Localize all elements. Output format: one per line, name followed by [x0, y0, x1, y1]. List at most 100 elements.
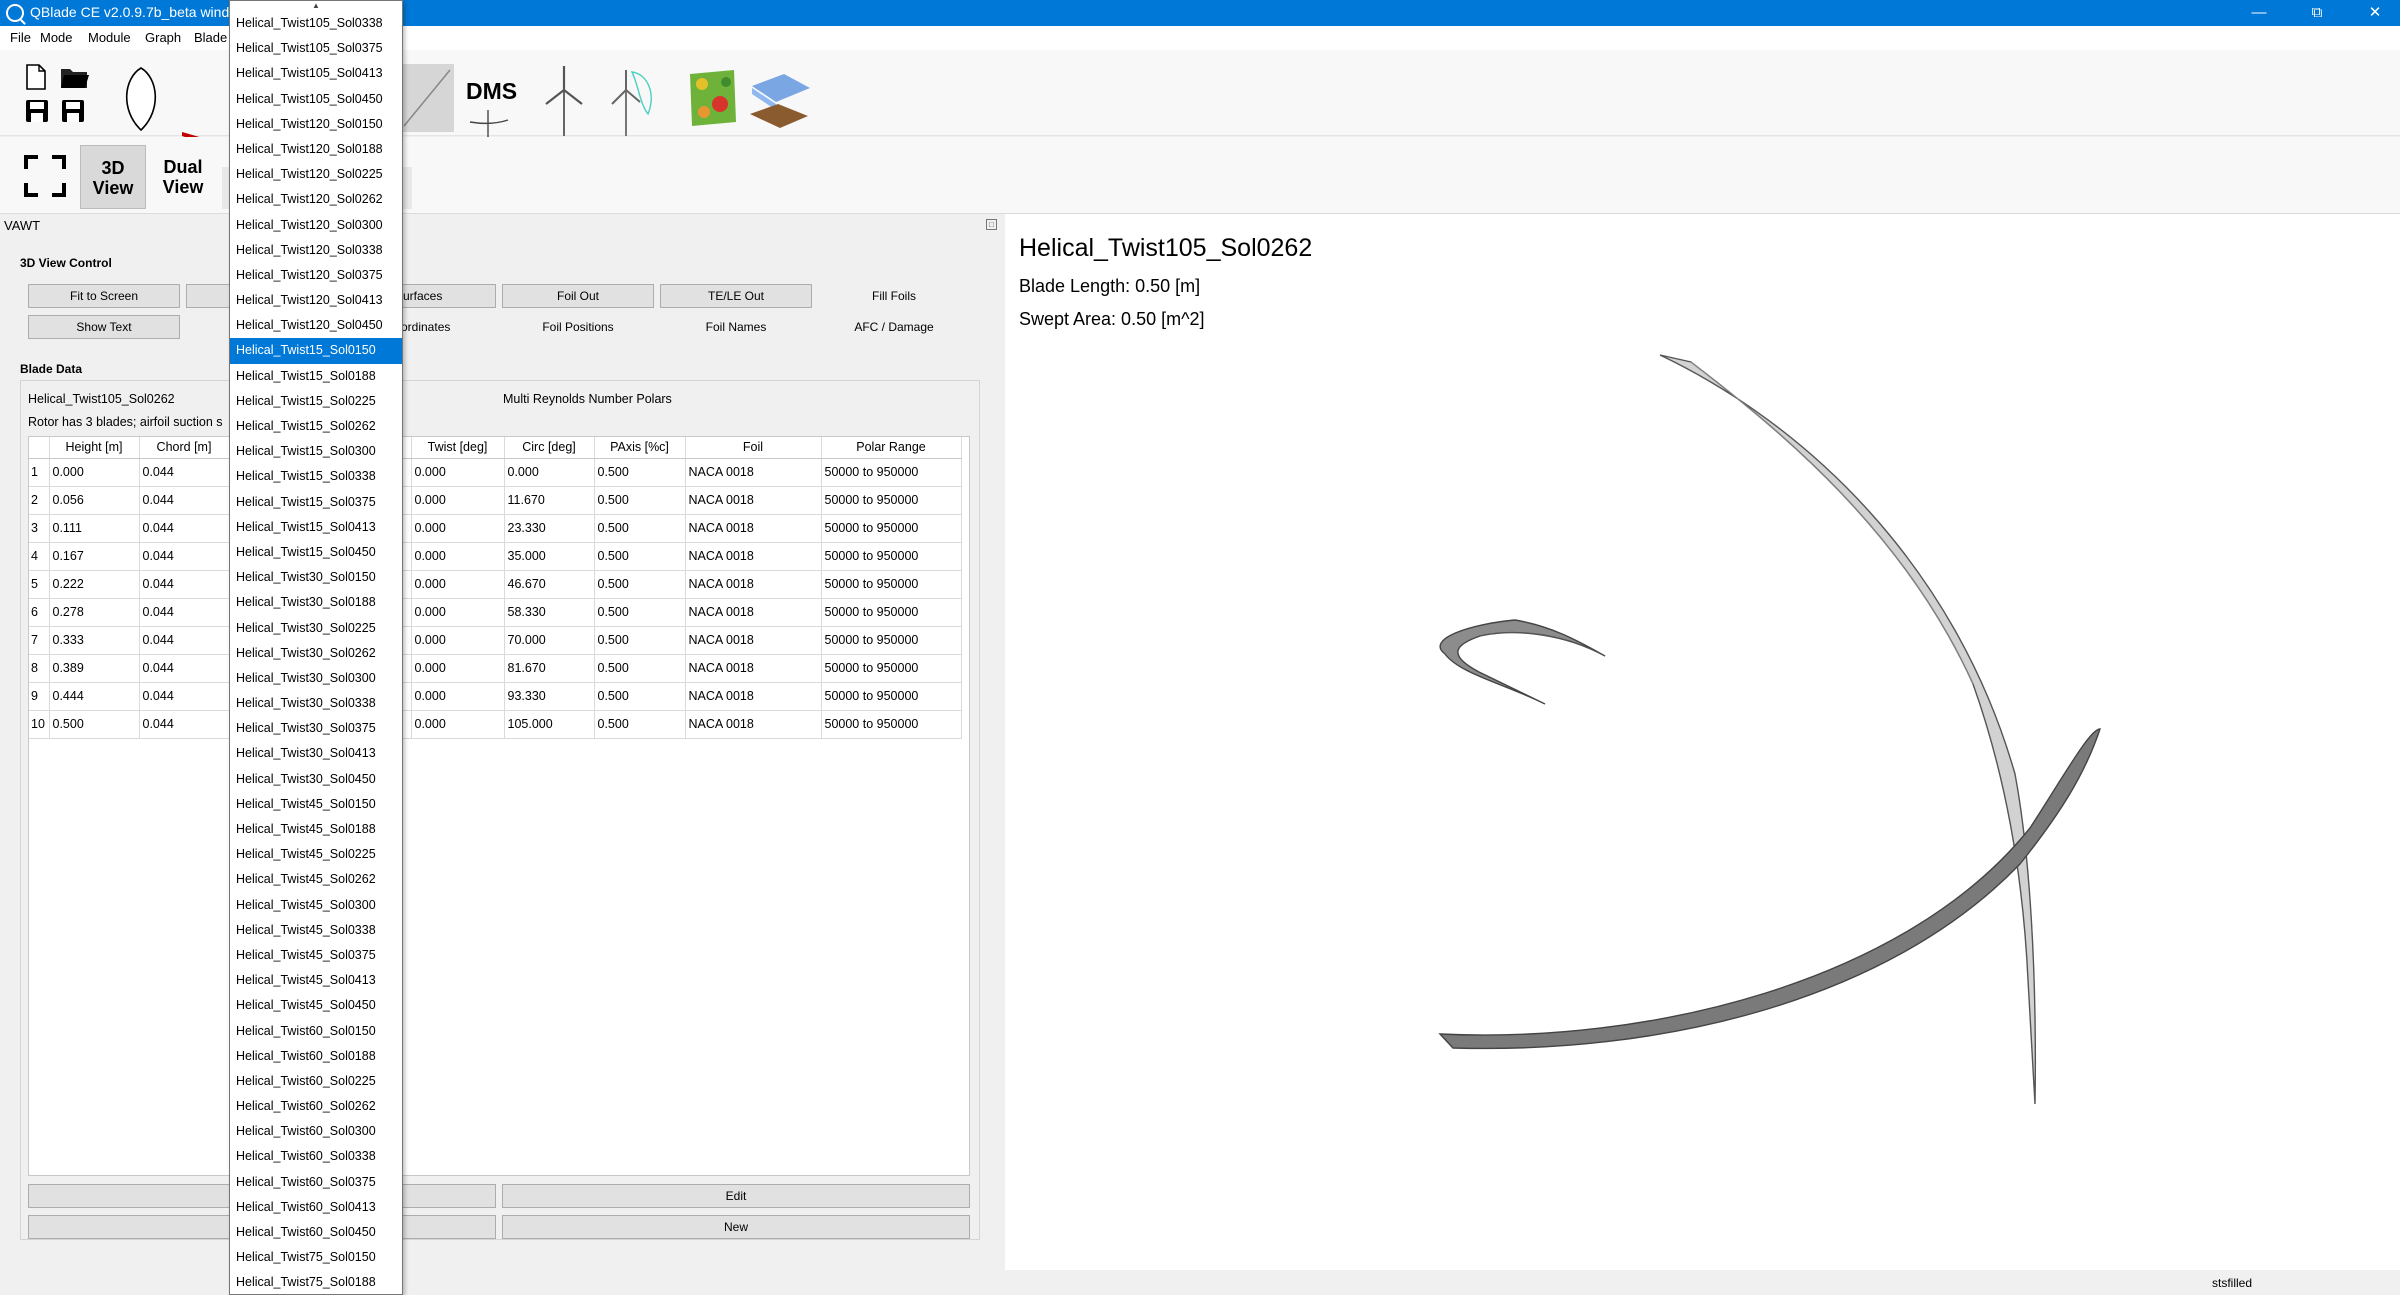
table-row[interactable]: 10 0.500 0.044 0.000 105.000 0.500 NACA 0018 50… [29, 710, 962, 739]
chord-cell[interactable]: 0.044 [139, 710, 230, 739]
dropdown-item[interactable]: Helical_Twist15_Sol0300 [230, 439, 402, 464]
foil-positions-button[interactable]: Foil Positions [502, 315, 654, 339]
dropdown-item[interactable]: Helical_Twist120_Sol0300 [230, 213, 402, 238]
height-cell[interactable]: 0.500 [49, 710, 140, 739]
dropdown-item[interactable]: Helical_Twist60_Sol0150 [230, 1019, 402, 1044]
circ-header[interactable]: Circ [deg] [504, 437, 595, 459]
dropdown-item[interactable]: Helical_Twist60_Sol0375 [230, 1170, 402, 1195]
restore-button[interactable]: ⧉ [2294, 0, 2340, 26]
twist-cell[interactable]: 0.000 [411, 598, 505, 627]
circ-cell[interactable]: 93.330 [504, 682, 595, 711]
surfaces-button[interactable]: urfaces [390, 284, 496, 308]
twist-cell[interactable]: 0.000 [411, 626, 505, 655]
dropdown-item[interactable]: Helical_Twist120_Sol0150 [230, 112, 402, 137]
dropdown-item[interactable]: Helical_Twist120_Sol0262 [230, 187, 402, 212]
view-3d-button[interactable]: 3D View [80, 145, 146, 209]
circ-cell[interactable]: 46.670 [504, 570, 595, 599]
foil-names-button[interactable]: Foil Names [660, 315, 812, 339]
dropdown-item[interactable]: Helical_Twist120_Sol0338 [230, 238, 402, 263]
polar-range-cell[interactable]: 50000 to 950000 [821, 486, 962, 515]
twist-cell[interactable]: 0.000 [411, 514, 505, 543]
table-row[interactable]: 2 0.056 0.044 0.000 11.670 0.500 NACA 0018 5000… [29, 486, 962, 515]
paxis-cell[interactable]: 0.500 [594, 682, 686, 711]
polar-range-cell[interactable]: 50000 to 950000 [821, 570, 962, 599]
open-folder-icon[interactable] [60, 64, 90, 90]
twist-cell[interactable]: 0.000 [411, 654, 505, 683]
height-cell[interactable]: 0.278 [49, 598, 140, 627]
dropdown-item[interactable]: Helical_Twist60_Sol0188 [230, 1044, 402, 1069]
paxis-cell[interactable]: 0.500 [594, 626, 686, 655]
close-button[interactable]: ✕ [2352, 0, 2398, 26]
table-row[interactable]: 8 0.389 0.044 0.000 81.670 0.500 NACA 0018 5000… [29, 654, 962, 683]
polar-range-cell[interactable]: 50000 to 950000 [821, 514, 962, 543]
dropdown-item[interactable]: Helical_Twist30_Sol0338 [230, 691, 402, 716]
fit-screen-icon[interactable] [24, 155, 66, 197]
chord-header[interactable]: Chord [m] [139, 437, 230, 459]
height-cell[interactable]: 0.000 [49, 458, 140, 487]
dropdown-item[interactable]: Helical_Twist120_Sol0450 [230, 313, 402, 338]
dropdown-item[interactable]: Helical_Twist30_Sol0413 [230, 741, 402, 766]
foil-cell[interactable]: NACA 0018 [685, 626, 822, 655]
dropdown-item[interactable]: Helical_Twist15_Sol0188 [230, 364, 402, 389]
foil-cell[interactable]: NACA 0018 [685, 570, 822, 599]
paxis-cell[interactable]: 0.500 [594, 598, 686, 627]
circ-cell[interactable]: 23.330 [504, 514, 595, 543]
dropdown-item[interactable]: Helical_Twist45_Sol0413 [230, 968, 402, 993]
dropdown-item[interactable]: Helical_Twist30_Sol0225 [230, 616, 402, 641]
menu-blade[interactable]: Blade [194, 30, 227, 45]
height-cell[interactable]: 0.111 [49, 514, 140, 543]
dropdown-item[interactable]: Helical_Twist30_Sol0375 [230, 716, 402, 741]
dropdown-item[interactable]: Helical_Twist45_Sol0150 [230, 792, 402, 817]
paxis-header[interactable]: PAxis [%c] [594, 437, 686, 459]
table-row[interactable]: 6 0.278 0.044 0.000 58.330 0.500 NACA 0018 5000… [29, 598, 962, 627]
twist-cell[interactable]: 0.000 [411, 542, 505, 571]
view-control-button-2[interactable] [186, 284, 232, 308]
twist-cell[interactable]: 0.000 [411, 486, 505, 515]
dropdown-item[interactable]: Helical_Twist75_Sol0150 [230, 1245, 402, 1270]
row-number[interactable]: 3 [29, 514, 50, 543]
turbine-wake-icon[interactable] [608, 64, 658, 136]
polar-range-cell[interactable]: 50000 to 950000 [821, 682, 962, 711]
dropdown-item[interactable]: Helical_Twist105_Sol0450 [230, 87, 402, 112]
circ-cell[interactable]: 105.000 [504, 710, 595, 739]
dropdown-item[interactable]: Helical_Twist15_Sol0150 [230, 338, 402, 364]
height-cell[interactable]: 0.167 [49, 542, 140, 571]
chord-cell[interactable]: 0.044 [139, 514, 230, 543]
new-file-icon[interactable] [24, 64, 48, 90]
dropdown-item[interactable]: Helical_Twist15_Sol0450 [230, 540, 402, 565]
foil-header[interactable]: Foil [685, 437, 822, 459]
chord-cell[interactable]: 0.044 [139, 486, 230, 515]
polar-range-cell[interactable]: 50000 to 950000 [821, 542, 962, 571]
blade-select-dropdown[interactable]: ▲ Helical_Twist105_Sol0338 Helical_Twist1… [229, 0, 403, 1295]
polar-range-cell[interactable]: 50000 to 950000 [821, 598, 962, 627]
save-as-icon[interactable] [60, 98, 86, 124]
polar-range-cell[interactable]: 50000 to 950000 [821, 458, 962, 487]
row-number[interactable]: 9 [29, 682, 50, 711]
dropdown-item[interactable]: Helical_Twist15_Sol0413 [230, 515, 402, 540]
dropdown-item[interactable]: Helical_Twist45_Sol0375 [230, 943, 402, 968]
height-cell[interactable]: 0.056 [49, 486, 140, 515]
dropdown-item[interactable]: Helical_Twist105_Sol0413 [230, 61, 402, 86]
table-row[interactable]: 7 0.333 0.044 0.000 70.000 0.500 NACA 0018 5000… [29, 626, 962, 655]
dropdown-item[interactable]: Helical_Twist30_Sol0300 [230, 666, 402, 691]
dropdown-item[interactable]: Helical_Twist45_Sol0188 [230, 817, 402, 842]
circ-cell[interactable]: 0.000 [504, 458, 595, 487]
menu-module[interactable]: Module [88, 30, 131, 45]
circ-cell[interactable]: 35.000 [504, 542, 595, 571]
dropdown-item[interactable]: Helical_Twist60_Sol0413 [230, 1195, 402, 1220]
paxis-cell[interactable]: 0.500 [594, 458, 686, 487]
dropdown-item[interactable]: Helical_Twist15_Sol0375 [230, 490, 402, 515]
foil-out-button[interactable]: Foil Out [502, 284, 654, 308]
dropdown-item[interactable]: Helical_Twist75_Sol0188 [230, 1270, 402, 1294]
show-text-button[interactable]: Show Text [28, 315, 180, 339]
twist-header[interactable]: Twist [deg] [411, 437, 505, 459]
chord-cell[interactable]: 0.044 [139, 598, 230, 627]
paxis-cell[interactable]: 0.500 [594, 542, 686, 571]
polar-range-cell[interactable]: 50000 to 950000 [821, 710, 962, 739]
foil-cell[interactable]: NACA 0018 [685, 458, 822, 487]
twist-cell[interactable]: 0.000 [411, 682, 505, 711]
save-icon[interactable] [24, 98, 50, 124]
dropdown-item[interactable]: Helical_Twist15_Sol0225 [230, 389, 402, 414]
fit-to-screen-button[interactable]: Fit to Screen [28, 284, 180, 308]
polar-range-header[interactable]: Polar Range [821, 437, 962, 459]
